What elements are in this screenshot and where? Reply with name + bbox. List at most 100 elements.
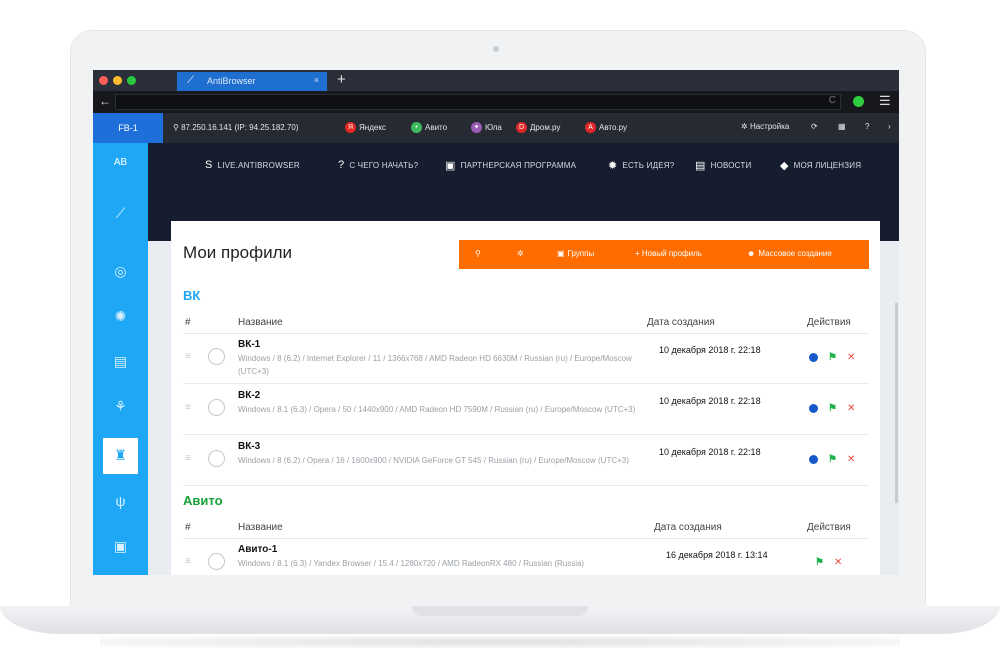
table-row[interactable]: ≡ ВК-2 Windows / 8.1 (6.3) / Opera / 50 / … bbox=[183, 384, 869, 435]
help-icon[interactable]: ? bbox=[865, 122, 869, 131]
column-header-actions[interactable]: Действия bbox=[807, 317, 851, 328]
topnav-item-4[interactable]: ▤ НОВОСТИ bbox=[695, 159, 751, 172]
bookmark-label: Дром.ру bbox=[530, 123, 561, 132]
edit-icon[interactable]: ⚑ bbox=[815, 557, 824, 568]
briefcase-icon: ▣ bbox=[557, 249, 565, 258]
table-row[interactable]: ≡ ВК-1 Windows / 8 (6.2) / Internet Explor… bbox=[183, 333, 869, 384]
row-select-radio[interactable] bbox=[208, 450, 225, 467]
maximize-window-button[interactable] bbox=[127, 76, 136, 85]
profile-date: 16 декабря 2018 г. 13:14 bbox=[666, 550, 768, 560]
settings-link[interactable]: ✲ Настройка bbox=[741, 122, 789, 131]
delete-icon[interactable]: ✕ bbox=[834, 557, 842, 568]
bulk-create-button[interactable]: ☻ Массовое создание bbox=[747, 249, 832, 258]
topnav-item-1[interactable]: ? С ЧЕГО НАЧАТЬ? bbox=[338, 159, 418, 171]
topnav-label: С ЧЕГО НАЧАТЬ? bbox=[349, 160, 419, 170]
topnav-item-5[interactable]: ◆ МОЯ ЛИЦЕНЗИЯ bbox=[780, 159, 861, 172]
gear-icon: ✲ bbox=[741, 122, 750, 131]
profile-description: Windows / 8.1 (6.3) / Opera / 50 / 1440x… bbox=[238, 405, 636, 414]
bookmark-0[interactable]: Я Яндекс bbox=[345, 122, 386, 133]
profile-description: Windows / 8 (6.2) / Opera / 16 / 1600x90… bbox=[238, 456, 629, 465]
topnav-item-0[interactable]: S LIVE.ANTIBROWSER bbox=[205, 159, 300, 171]
spy-icon[interactable]: ♜ bbox=[103, 438, 138, 474]
telescope-icon[interactable]: ⟋ bbox=[93, 195, 148, 233]
launch-button[interactable] bbox=[809, 455, 818, 464]
column-header-name[interactable]: Название bbox=[238, 317, 283, 328]
column-header-num[interactable]: # bbox=[185, 317, 191, 328]
more-icon[interactable]: › bbox=[888, 122, 891, 131]
delete-icon[interactable]: ✕ bbox=[847, 454, 855, 465]
avito-icon: • bbox=[411, 122, 422, 133]
reload-icon[interactable]: C bbox=[829, 95, 836, 106]
profile-date: 10 декабря 2018 г. 22:18 bbox=[659, 345, 761, 355]
topnav-item-3[interactable]: ✹ ЕСТЬ ИДЕЯ? bbox=[608, 159, 674, 172]
topnav-label: МОЯ ЛИЦЕНЗИЯ bbox=[793, 161, 862, 170]
extension-icon[interactable] bbox=[853, 96, 864, 107]
drom-icon: D bbox=[516, 122, 527, 133]
profile-tag: FB-1 bbox=[93, 113, 163, 143]
delete-icon[interactable]: ✕ bbox=[847, 403, 855, 414]
drag-handle-icon[interactable]: ≡ bbox=[185, 556, 191, 567]
tab-title: AntiBrowser bbox=[207, 76, 256, 86]
settings-button[interactable]: ✲ bbox=[517, 249, 524, 258]
search-icon: ⚲ bbox=[475, 249, 481, 258]
launch-button[interactable] bbox=[809, 404, 818, 413]
profile-date: 10 декабря 2018 г. 22:18 bbox=[659, 396, 761, 406]
search-button[interactable]: ⚲ bbox=[475, 249, 481, 258]
tab-bar: ⟋ AntiBrowser × + bbox=[93, 70, 899, 91]
sync-icon[interactable]: ⟳ bbox=[811, 122, 818, 131]
launch-button[interactable] bbox=[809, 353, 818, 362]
row-actions: ⚑ ✕ bbox=[815, 557, 842, 568]
row-select-radio[interactable] bbox=[208, 399, 225, 416]
close-window-button[interactable] bbox=[99, 76, 108, 85]
edit-icon[interactable]: ⚑ bbox=[828, 454, 837, 465]
url-input[interactable]: C bbox=[115, 94, 841, 110]
scrollbar[interactable] bbox=[895, 303, 898, 503]
row-select-radio[interactable] bbox=[208, 553, 225, 570]
cookie-icon[interactable]: ▦ bbox=[838, 122, 846, 131]
target-icon[interactable]: ◎ bbox=[93, 253, 148, 291]
youla-icon: ✦ bbox=[471, 122, 482, 133]
row-select-radio[interactable] bbox=[208, 348, 225, 365]
table-row[interactable]: ≡ Авито-1 Windows / 8.1 (6.3) / Yandex Bro… bbox=[183, 538, 869, 575]
column-header-actions[interactable]: Действия bbox=[807, 522, 851, 533]
bookmark-label: Авито bbox=[425, 123, 448, 132]
bookmark-2[interactable]: ✦ Юла bbox=[471, 122, 502, 133]
tab-close-icon[interactable]: × bbox=[314, 75, 319, 85]
ip-address: ⚲ 87.250.16.141 (IP: 94.25.182.70) bbox=[173, 123, 299, 132]
minimize-window-button[interactable] bbox=[113, 76, 122, 85]
delete-icon[interactable]: ✕ bbox=[847, 352, 855, 363]
topnav-item-2[interactable]: ▣ ПАРТНЕРСКАЯ ПРОГРАММА bbox=[445, 159, 576, 172]
document-icon[interactable]: ▤ bbox=[93, 343, 148, 381]
section-title: ВК bbox=[183, 288, 201, 303]
browser-menu-button[interactable]: ☰ bbox=[879, 93, 891, 109]
table-row[interactable]: ≡ ВК-3 Windows / 8 (6.2) / Opera / 16 / 16… bbox=[183, 435, 869, 486]
column-header-date[interactable]: Дата создания bbox=[654, 522, 722, 533]
bookmark-4[interactable]: A Авто.ру bbox=[585, 122, 627, 133]
column-header-date[interactable]: Дата создания bbox=[647, 317, 715, 328]
section-title: Авито bbox=[183, 493, 223, 508]
tab-antibrowser[interactable]: ⟋ AntiBrowser × bbox=[177, 72, 327, 91]
bookmark-1[interactable]: • Авито bbox=[411, 122, 447, 133]
edit-icon[interactable]: ⚑ bbox=[828, 403, 837, 414]
globe-icon[interactable]: ✺ bbox=[93, 298, 148, 336]
bookmark-label: Яндекс bbox=[359, 123, 386, 132]
drag-handle-icon[interactable]: ≡ bbox=[185, 402, 191, 413]
new-tab-button[interactable]: + bbox=[337, 71, 346, 88]
column-header-num[interactable]: # bbox=[185, 522, 191, 533]
network-icon[interactable]: ⚘ bbox=[93, 388, 148, 426]
robot-icon[interactable]: ▣ bbox=[93, 528, 148, 566]
column-header-name[interactable]: Название bbox=[238, 522, 283, 533]
bookmark-label: Юла bbox=[485, 123, 502, 132]
drag-handle-icon[interactable]: ≡ bbox=[185, 351, 191, 362]
edit-icon[interactable]: ⚑ bbox=[828, 352, 837, 363]
bookmark-3[interactable]: D Дром.ру bbox=[516, 122, 560, 133]
back-button[interactable]: ← bbox=[99, 94, 111, 108]
sidebar-logo[interactable]: AB bbox=[93, 143, 148, 181]
gear-icon: ✲ bbox=[517, 249, 524, 258]
groups-button[interactable]: ▣ Группы bbox=[557, 249, 594, 258]
new-profile-button[interactable]: + Новый профиль bbox=[635, 249, 702, 258]
drag-handle-icon[interactable]: ≡ bbox=[185, 453, 191, 464]
profile-name: Авито-1 bbox=[238, 544, 278, 555]
plug-icon[interactable]: ψ bbox=[93, 483, 148, 521]
topnav-label: НОВОСТИ bbox=[710, 161, 752, 170]
